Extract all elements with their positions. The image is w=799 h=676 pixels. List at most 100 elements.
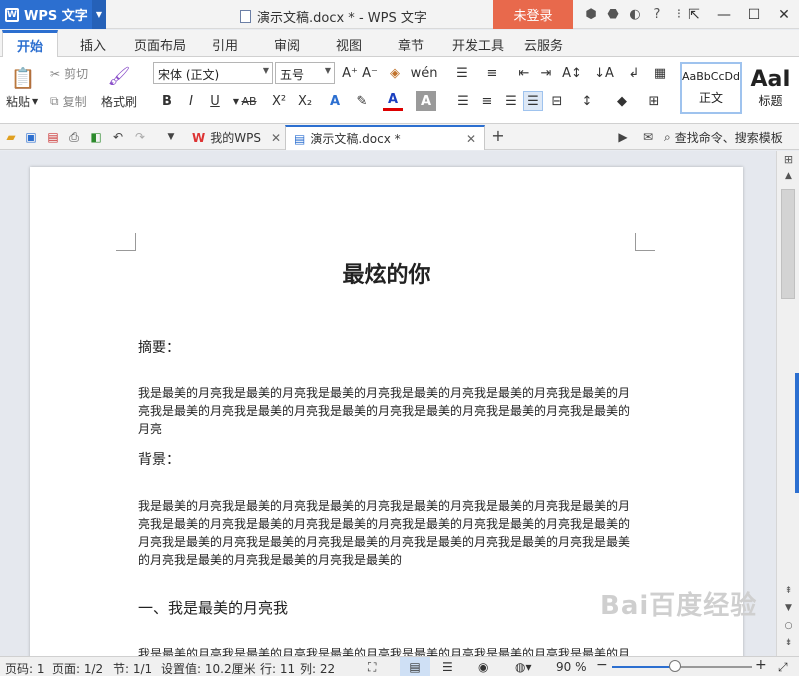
app-menu-button[interactable]: W WPS 文字 ▼ <box>0 0 106 29</box>
comment-icon[interactable]: ✉ <box>640 129 656 145</box>
paste-icon[interactable]: 📋 <box>10 65 36 91</box>
page-view-icon[interactable]: ▤ <box>400 657 430 676</box>
superscript-button[interactable]: X² <box>269 91 289 111</box>
align-right-icon[interactable]: ☰ <box>501 91 521 111</box>
paste-label: 粘贴 <box>6 95 31 109</box>
clear-format-icon[interactable]: ◈ <box>385 63 405 83</box>
maximize-icon[interactable]: ☐ <box>739 0 769 29</box>
distributed-icon[interactable]: ⊟ <box>547 91 567 111</box>
tab-review[interactable]: 审阅 <box>274 35 300 54</box>
grow-font-icon[interactable]: A⁺ <box>340 63 360 83</box>
tab-developer[interactable]: 开发工具 <box>452 35 504 54</box>
side-panel-handle[interactable] <box>795 373 799 493</box>
underline-button[interactable]: U <box>205 91 225 111</box>
align-left-icon[interactable]: ☰ <box>453 91 473 111</box>
zoom-out-button[interactable]: − <box>596 657 608 673</box>
close-icon[interactable]: ✕ <box>769 0 799 29</box>
text-effect-button[interactable]: A <box>325 91 345 111</box>
increase-indent-icon[interactable]: ⇥ <box>536 63 556 83</box>
close-tab-document-icon[interactable]: ✕ <box>466 132 476 146</box>
command-search[interactable]: ⌕ 查找命令、搜索模板 <box>664 129 783 146</box>
tab-document[interactable]: ▤ 演示文稿.docx * ✕ <box>285 125 485 150</box>
print-preview-icon[interactable]: ◧ <box>88 129 104 145</box>
skin-icon[interactable]: ⬢ <box>580 7 602 22</box>
redo-icon[interactable]: ↷ <box>132 129 148 145</box>
outline-view-icon[interactable]: ☰ <box>442 660 453 674</box>
numbering-icon[interactable]: ≡ <box>482 63 502 83</box>
cut-button[interactable]: ✂ 剪切 <box>50 65 88 82</box>
paste-button[interactable]: 粘贴 ▼ <box>6 93 38 110</box>
undo-icon[interactable]: ↶ <box>110 129 126 145</box>
close-tab-my-wps-icon[interactable]: ✕ <box>271 131 281 145</box>
login-button[interactable]: 未登录 <box>493 0 573 29</box>
tab-home[interactable]: 开始 <box>2 30 59 58</box>
customize-quick-access-icon[interactable]: ▼ <box>163 129 179 145</box>
format-painter-icon[interactable]: 🖌 <box>106 63 132 89</box>
scroll-down-icon[interactable]: ▼ <box>777 603 799 613</box>
web-view-icon[interactable]: ◉ <box>478 660 488 674</box>
decrease-indent-icon[interactable]: ⇤ <box>514 63 534 83</box>
tab-cloud[interactable]: 云服务 <box>524 35 563 54</box>
wps-logo-icon: W <box>5 7 19 22</box>
zoom-in-button[interactable]: + <box>755 657 767 673</box>
export-pdf-icon[interactable]: ▤ <box>45 129 61 145</box>
show-marks-icon[interactable]: ↲ <box>624 63 644 83</box>
zoom-slider-knob[interactable] <box>669 660 681 672</box>
tab-page-layout[interactable]: 页面布局 <box>134 35 186 54</box>
eye-protection-icon[interactable]: ◍▾ <box>515 660 532 674</box>
presentation-icon[interactable]: ▶ <box>615 129 631 145</box>
font-name-select[interactable]: 宋体 (正文) ▼ <box>153 62 273 84</box>
chinese-layout-icon[interactable]: A↕ <box>562 63 582 83</box>
fit-page-icon[interactable]: ⤢ <box>778 660 788 675</box>
feedback-icon[interactable]: ◐ <box>624 7 646 22</box>
character-shading-button[interactable]: A <box>416 91 436 111</box>
zoom-level[interactable]: 90 % <box>556 660 587 674</box>
app-menu-dropdown-icon[interactable]: ▼ <box>92 0 106 29</box>
scroll-up-icon[interactable]: ▲ <box>777 171 799 181</box>
highlight-icon[interactable]: ✎ <box>352 91 372 111</box>
justify-icon[interactable]: ☰ <box>523 91 543 111</box>
fullscreen-icon[interactable]: ⛶ <box>368 660 376 675</box>
subscript-button[interactable]: X₂ <box>295 91 315 111</box>
minimize-icon[interactable]: — <box>709 0 739 29</box>
paragraph-shading-icon[interactable]: ◆ <box>612 91 632 111</box>
align-center-icon[interactable]: ≡ <box>477 91 497 111</box>
tab-references[interactable]: 引用 <box>212 35 238 54</box>
sort-icon[interactable]: ↓A <box>594 63 614 83</box>
open-folder-icon[interactable]: ▰ <box>3 129 19 145</box>
strikethrough-button[interactable]: AB <box>237 91 261 111</box>
print-icon[interactable]: ⎙ <box>66 129 82 145</box>
share-icon[interactable]: ⬣ <box>602 7 624 22</box>
bullets-icon[interactable]: ☰ <box>452 63 472 83</box>
tab-view[interactable]: 视图 <box>336 35 362 54</box>
tab-chapter[interactable]: 章节 <box>398 35 424 54</box>
phonetic-guide-icon[interactable]: wén <box>410 63 438 83</box>
document-page[interactable]: 最炫的你 摘要： 我是最美的月亮我是最美的月亮我是最美的月亮我是最美的月亮我是最… <box>30 167 743 656</box>
font-size-select[interactable]: 五号 ▼ <box>275 62 335 84</box>
format-painter-button[interactable]: 格式刷 <box>101 93 137 110</box>
scroll-thumb[interactable] <box>781 189 795 299</box>
vertical-scrollbar[interactable]: ⊞ ▲ ⇞ ▼ ○ ⇟ <box>776 151 799 656</box>
style-normal[interactable]: AaBbCcDd 正文 <box>680 62 742 114</box>
line-spacing-icon[interactable]: ↕ <box>577 91 597 111</box>
style-heading[interactable]: AaI 标题 <box>743 62 797 114</box>
table-icon[interactable]: ▦ <box>650 63 670 83</box>
copy-button[interactable]: ⧉ 复制 <box>50 93 87 110</box>
new-tab-button[interactable]: + <box>490 126 506 145</box>
select-browse-object-icon[interactable]: ○ <box>777 621 799 631</box>
tab-my-wps[interactable]: W 我的WPS ✕ <box>184 125 289 150</box>
font-color-button[interactable]: A <box>383 91 403 111</box>
shrink-font-icon[interactable]: A⁻ <box>360 63 380 83</box>
restore-view-icon[interactable]: ⇱ <box>679 0 709 29</box>
help-icon[interactable]: ? <box>646 7 668 22</box>
italic-button[interactable]: I <box>181 91 201 111</box>
zoom-slider[interactable] <box>612 660 752 672</box>
bold-button[interactable]: B <box>157 91 177 111</box>
split-view-icon[interactable]: ⊞ <box>777 153 799 166</box>
style-gallery: AaBbCcDd 正文 AaI 标题 <box>680 62 799 120</box>
next-page-icon[interactable]: ⇟ <box>777 638 799 648</box>
tab-insert[interactable]: 插入 <box>80 35 106 54</box>
borders-icon[interactable]: ⊞ <box>644 91 664 111</box>
previous-page-icon[interactable]: ⇞ <box>777 586 799 596</box>
save-icon[interactable]: ▣ <box>23 129 39 145</box>
